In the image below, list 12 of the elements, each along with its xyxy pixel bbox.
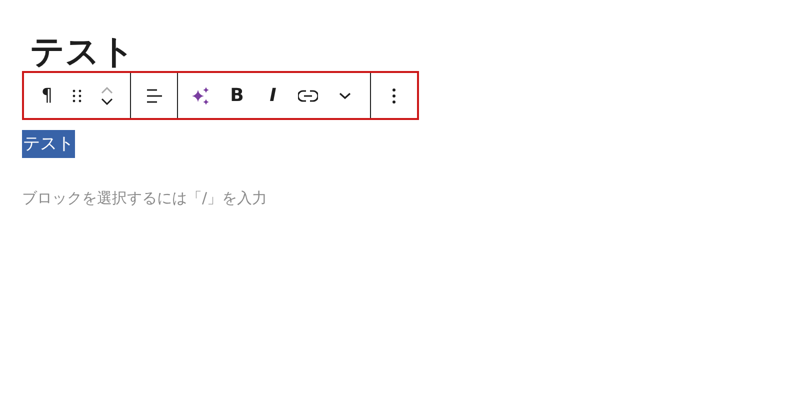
align-left-icon[interactable] — [146, 88, 162, 104]
chevron-down-icon[interactable] — [339, 92, 351, 100]
italic-button[interactable]: I — [268, 86, 278, 104]
page-title: テスト — [30, 34, 135, 70]
chevron-down-icon[interactable] — [101, 98, 113, 104]
drag-handle-icon[interactable] — [72, 88, 82, 102]
more-options-icon[interactable] — [392, 88, 396, 104]
paragraph-icon[interactable]: ¶ — [39, 86, 55, 104]
selected-text: テスト — [22, 130, 75, 158]
link-icon[interactable] — [298, 90, 318, 102]
bold-button[interactable]: B — [228, 86, 246, 104]
sparkle-icon[interactable] — [191, 86, 211, 106]
